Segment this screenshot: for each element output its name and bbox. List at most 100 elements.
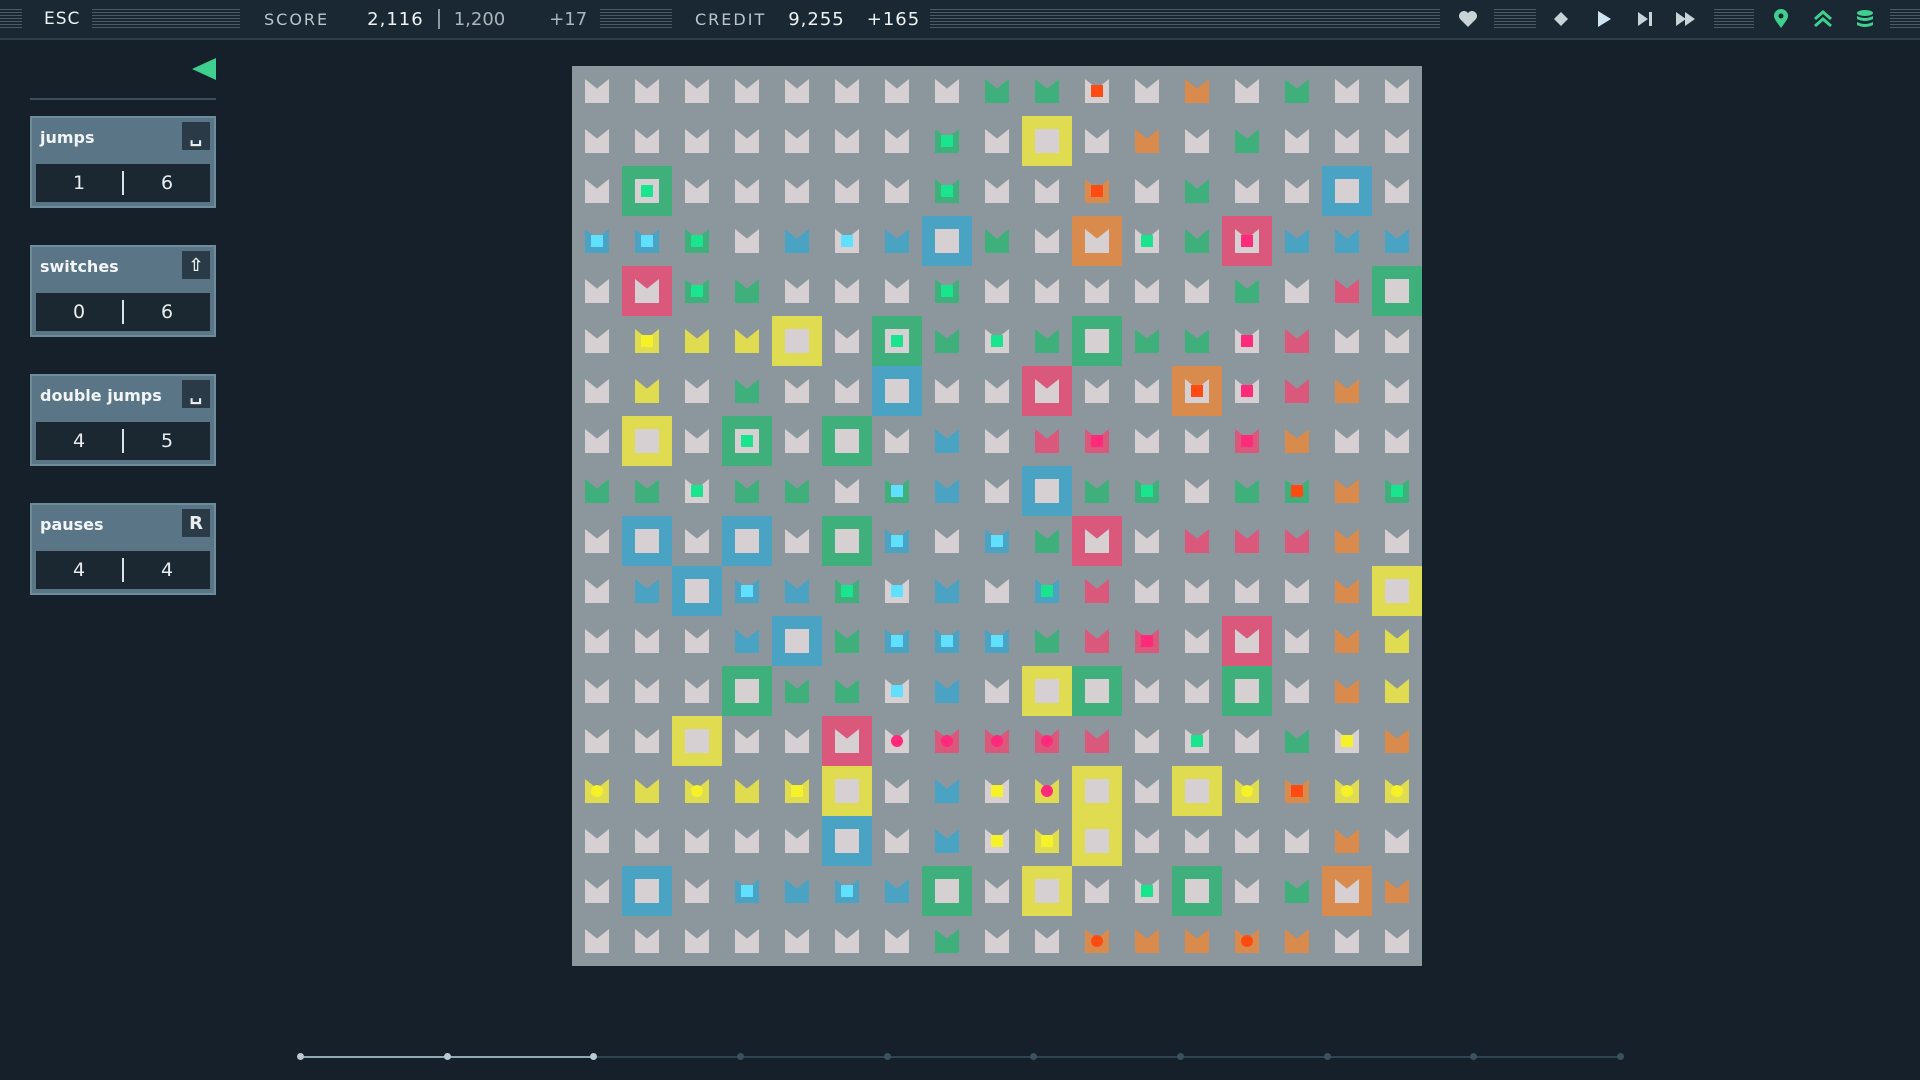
board-tile[interactable]	[1172, 866, 1222, 916]
board-tile[interactable]	[872, 316, 922, 366]
board-tile[interactable]	[972, 216, 1022, 266]
board-tile[interactable]	[1372, 916, 1422, 966]
board-tile[interactable]	[1072, 316, 1122, 366]
game-piece[interactable]	[641, 185, 653, 197]
board-tile[interactable]	[722, 166, 772, 216]
game-piece[interactable]	[1391, 485, 1403, 497]
board-tile[interactable]	[1022, 416, 1072, 466]
board-tile[interactable]	[1122, 666, 1172, 716]
database-icon[interactable]	[1852, 6, 1878, 32]
game-piece[interactable]	[991, 735, 1003, 747]
board-tile[interactable]	[972, 166, 1022, 216]
board-tile[interactable]	[1172, 366, 1222, 416]
board-tile[interactable]	[872, 566, 922, 616]
board-tile[interactable]	[922, 666, 972, 716]
board-tile[interactable]	[972, 666, 1022, 716]
board-tile[interactable]	[1122, 466, 1172, 516]
board-tile[interactable]	[672, 816, 722, 866]
board-tile[interactable]	[1022, 316, 1072, 366]
board-tile[interactable]	[1072, 216, 1122, 266]
board-tile[interactable]	[1222, 466, 1272, 516]
board-tile[interactable]	[1022, 916, 1072, 966]
board-tile[interactable]	[872, 266, 922, 316]
board-tile[interactable]	[1272, 566, 1322, 616]
board-tile[interactable]	[572, 616, 622, 666]
game-piece[interactable]	[1141, 485, 1153, 497]
board-tile[interactable]	[1372, 266, 1422, 316]
board-tile[interactable]	[822, 766, 872, 816]
board-tile[interactable]	[1222, 366, 1272, 416]
board-tile[interactable]	[1322, 116, 1372, 166]
board-tile[interactable]	[922, 466, 972, 516]
game-piece[interactable]	[1141, 885, 1153, 897]
timeline-step[interactable]	[883, 1053, 891, 1060]
board-tile[interactable]	[822, 316, 872, 366]
board-tile[interactable]	[1272, 316, 1322, 366]
board-tile[interactable]	[1322, 166, 1372, 216]
map-pin-icon[interactable]	[1768, 6, 1794, 32]
board-tile[interactable]	[822, 66, 872, 116]
board-tile[interactable]	[1272, 466, 1322, 516]
board-tile[interactable]	[572, 816, 622, 866]
board-tile[interactable]	[872, 516, 922, 566]
board-tile[interactable]	[672, 266, 722, 316]
game-piece[interactable]	[591, 235, 603, 247]
game-piece[interactable]	[1041, 735, 1053, 747]
board-tile[interactable]	[822, 666, 872, 716]
board-tile[interactable]	[872, 766, 922, 816]
board-tile[interactable]	[822, 816, 872, 866]
board-tile[interactable]	[972, 116, 1022, 166]
board-tile[interactable]	[1122, 166, 1172, 216]
board-tile[interactable]	[972, 416, 1022, 466]
game-piece[interactable]	[1241, 435, 1253, 447]
board-tile[interactable]	[922, 716, 972, 766]
board-tile[interactable]	[1072, 266, 1122, 316]
board-tile[interactable]	[1322, 866, 1372, 916]
board-tile[interactable]	[772, 266, 822, 316]
board-tile[interactable]	[622, 666, 672, 716]
game-piece[interactable]	[991, 635, 1003, 647]
board-tile[interactable]	[1372, 716, 1422, 766]
board-tile[interactable]	[1122, 316, 1172, 366]
board-tile[interactable]	[672, 66, 722, 116]
board-tile[interactable]	[1022, 716, 1072, 766]
game-piece[interactable]	[1041, 585, 1053, 597]
board-tile[interactable]	[972, 766, 1022, 816]
board-tile[interactable]	[622, 116, 672, 166]
board-tile[interactable]	[672, 416, 722, 466]
board-tile[interactable]	[1072, 566, 1122, 616]
board-tile[interactable]	[1322, 316, 1372, 366]
game-piece[interactable]	[1341, 785, 1353, 797]
board-tile[interactable]	[1072, 916, 1122, 966]
board-tile[interactable]	[1122, 766, 1172, 816]
board-tile[interactable]	[722, 466, 772, 516]
board-tile[interactable]	[972, 366, 1022, 416]
board-tile[interactable]	[1272, 516, 1322, 566]
board-tile[interactable]	[1122, 566, 1172, 616]
board-tile[interactable]	[1022, 816, 1072, 866]
board-tile[interactable]	[572, 216, 622, 266]
board-tile[interactable]	[622, 516, 672, 566]
board-tile[interactable]	[722, 266, 772, 316]
game-piece[interactable]	[1191, 735, 1203, 747]
board-tile[interactable]	[1122, 216, 1172, 266]
board-tile[interactable]	[722, 416, 772, 466]
board-tile[interactable]	[922, 416, 972, 466]
board-tile[interactable]	[572, 116, 622, 166]
board-tile[interactable]	[622, 866, 672, 916]
board-tile[interactable]	[772, 916, 822, 966]
game-piece[interactable]	[1241, 335, 1253, 347]
game-piece[interactable]	[741, 435, 753, 447]
double-chevron-up-icon[interactable]	[1810, 6, 1836, 32]
board-tile[interactable]	[622, 616, 672, 666]
board-tile[interactable]	[922, 116, 972, 166]
board-tile[interactable]	[1172, 416, 1222, 466]
board-tile[interactable]	[772, 766, 822, 816]
board-tile[interactable]	[672, 466, 722, 516]
game-piece[interactable]	[1091, 85, 1103, 97]
board-tile[interactable]	[1072, 366, 1122, 416]
board-tile[interactable]	[972, 866, 1022, 916]
board-tile[interactable]	[822, 216, 872, 266]
board-tile[interactable]	[822, 466, 872, 516]
board-tile[interactable]	[1222, 516, 1272, 566]
